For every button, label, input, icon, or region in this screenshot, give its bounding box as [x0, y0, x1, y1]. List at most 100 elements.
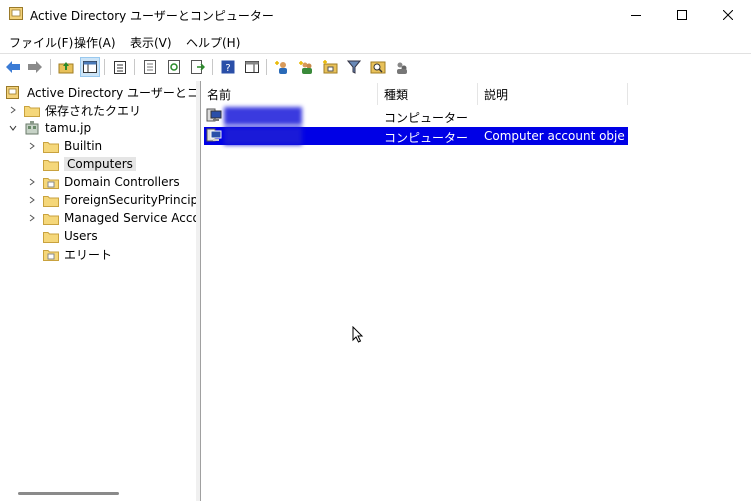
minimize-icon: [631, 15, 641, 16]
redacted-name: [224, 107, 302, 125]
help-icon: ?: [221, 60, 235, 74]
folder-up-icon: [58, 62, 74, 74]
back-arrow-icon: [6, 61, 20, 73]
tree-item-label: 保存されたクエリ: [45, 103, 142, 118]
refresh-button[interactable]: [164, 57, 184, 77]
properties-button[interactable]: [110, 57, 130, 77]
new-group-icon: [299, 61, 312, 74]
cell-type: コンピューター: [384, 131, 469, 145]
chevron-right-icon[interactable]: [25, 142, 39, 150]
redacted-name: [224, 127, 302, 145]
tree-item-computers[interactable]: Computers: [25, 155, 136, 173]
tree-item-label: ForeignSecurityPrincipals: [64, 193, 196, 207]
add-to-group-icon: [397, 62, 407, 74]
menu-help[interactable]: ヘルプ(H): [186, 34, 240, 51]
close-icon: [723, 10, 733, 20]
close-button[interactable]: [705, 0, 751, 30]
chevron-down-icon[interactable]: [6, 124, 20, 132]
tree-item-builtin[interactable]: Builtin: [25, 137, 102, 155]
console-tree-icon: [83, 61, 97, 73]
toolbar: ?: [0, 53, 751, 80]
export-list-button[interactable]: [188, 57, 208, 77]
chevron-right-icon[interactable]: [25, 196, 39, 204]
minimize-button[interactable]: [613, 0, 659, 30]
filter-button[interactable]: [344, 57, 364, 77]
tree-item-foreign-security-principals[interactable]: ForeignSecurityPrincipals: [25, 191, 196, 209]
new-group-button[interactable]: [296, 57, 316, 77]
forward-arrow-icon: [28, 61, 42, 73]
maximize-button[interactable]: [659, 0, 705, 30]
list-row-computer-2[interactable]: コンピューター Computer account obje...: [204, 127, 628, 145]
column-header-description[interactable]: 説明: [478, 83, 628, 105]
filter-icon: [347, 60, 361, 74]
ou-folder-icon: [43, 247, 59, 261]
ad-users-computers-icon: [6, 85, 22, 99]
menu-file[interactable]: ファイル(F): [9, 34, 73, 51]
chevron-right-icon[interactable]: [6, 106, 20, 114]
tree-item-domain[interactable]: tamu.jp: [6, 119, 91, 137]
column-header-type[interactable]: 種類: [378, 83, 478, 105]
find-icon: [370, 61, 386, 74]
tree-item-label: Domain Controllers: [64, 175, 180, 189]
tree-item-users[interactable]: Users: [25, 227, 98, 245]
tree-item-managed-service-accounts[interactable]: Managed Service Accounts: [25, 209, 197, 227]
svg-text:?: ?: [225, 63, 230, 74]
help-button[interactable]: ?: [218, 57, 238, 77]
domain-icon: [24, 121, 40, 135]
new-ou-button[interactable]: [320, 57, 340, 77]
tree-item-label: エリート: [64, 247, 113, 262]
tree-item-domain-controllers[interactable]: Domain Controllers: [25, 173, 180, 191]
window-title: Active Directory ユーザーとコンピューター: [30, 9, 274, 23]
console-tree: Active Directory ユーザーとコンピュータ 保存されたクエリ ta…: [0, 81, 197, 501]
tree-root[interactable]: Active Directory ユーザーとコンピュータ: [6, 83, 196, 101]
export-icon: [191, 60, 205, 74]
tree-item-label: Users: [64, 229, 98, 243]
list-row-computer-1[interactable]: コンピューター: [204, 107, 628, 125]
show-hide-console-tree-button[interactable]: [80, 57, 100, 77]
column-header-label: 種類: [384, 87, 409, 102]
folder-icon: [24, 103, 40, 117]
column-header-name[interactable]: 名前: [201, 83, 378, 105]
refresh-icon: [168, 60, 180, 74]
menu-action[interactable]: 操作(A): [74, 34, 116, 51]
column-header-label: 説明: [484, 87, 509, 102]
list-view-button[interactable]: [140, 57, 160, 77]
tree-item-label: Managed Service Accounts: [64, 211, 197, 225]
ad-users-computers-app-icon: [9, 7, 23, 20]
cell-type: コンピューター: [384, 111, 469, 125]
column-header-label: 名前: [207, 87, 232, 102]
folder-icon: [43, 193, 59, 207]
chevron-right-icon[interactable]: [25, 178, 39, 186]
forward-button[interactable]: [25, 57, 45, 77]
horizontal-scrollbar[interactable]: [18, 492, 119, 495]
folder-icon: [43, 211, 59, 225]
menu-bar: ファイル(F) 操作(A) 表示(V) ヘルプ(H): [0, 31, 751, 51]
mouse-pointer-icon: [352, 326, 364, 343]
up-level-button[interactable]: [56, 57, 76, 77]
back-button[interactable]: [3, 57, 23, 77]
tree-item-elite[interactable]: エリート: [25, 245, 112, 263]
find-button[interactable]: [368, 57, 388, 77]
folder-icon: [43, 157, 59, 171]
tree-item-saved-queries[interactable]: 保存されたクエリ: [6, 101, 141, 119]
ou-folder-icon: [43, 175, 59, 189]
clipboard-icon: [114, 61, 126, 74]
title-bar: Active Directory ユーザーとコンピューター: [0, 0, 751, 30]
menu-view[interactable]: 表示(V): [130, 34, 172, 51]
new-user-button[interactable]: [272, 57, 292, 77]
document-icon: [144, 60, 156, 74]
cell-description: Computer account obje...: [484, 129, 626, 143]
chevron-right-icon[interactable]: [25, 214, 39, 222]
computer-icon: [206, 108, 222, 127]
details-list: 名前 種類 説明 コンピューター コンピューター Computer accoun…: [201, 81, 751, 501]
tree-item-label: tamu.jp: [45, 121, 92, 135]
folder-icon: [43, 229, 59, 243]
pane-icon: [245, 61, 259, 73]
tree-item-label: Computers: [64, 157, 136, 171]
add-to-group-button[interactable]: [392, 57, 412, 77]
tree-root-label: Active Directory ユーザーとコンピュータ: [27, 85, 196, 100]
action-pane-button[interactable]: [242, 57, 262, 77]
computer-icon: [206, 128, 222, 147]
new-user-icon: [275, 61, 287, 74]
folder-icon: [43, 139, 59, 153]
